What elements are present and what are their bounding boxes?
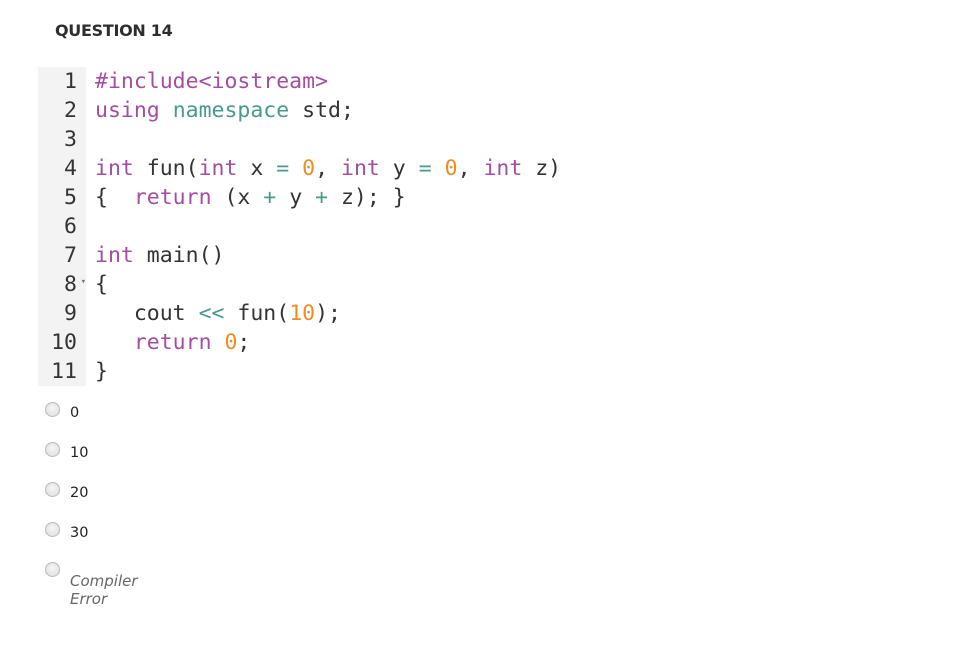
code-token: z) xyxy=(522,156,562,181)
code-token: int xyxy=(341,156,380,181)
code-token: <iostream> xyxy=(198,69,329,94)
option-label[interactable]: 0 xyxy=(70,405,79,421)
code-token: return xyxy=(133,330,212,355)
code-token: y xyxy=(276,185,316,210)
code-text: return 0; xyxy=(86,330,251,355)
code-token: int xyxy=(95,243,134,268)
code-token: + xyxy=(263,185,277,210)
code-token: #include xyxy=(95,69,199,94)
line-number: 8 ▾ xyxy=(38,270,86,299)
code-token: = xyxy=(276,156,290,181)
code-token: 0 xyxy=(302,156,316,181)
option-label[interactable]: 30 xyxy=(70,525,88,541)
code-token: int xyxy=(198,156,238,181)
line-number: 11 xyxy=(38,357,86,386)
radio-button[interactable] xyxy=(45,402,60,417)
code-token: ; xyxy=(237,330,251,355)
code-token: { xyxy=(95,272,108,297)
radio-button[interactable] xyxy=(45,522,60,537)
code-token: int xyxy=(483,156,523,181)
code-token: (x xyxy=(211,185,264,210)
code-line: 7 int main() xyxy=(38,241,638,270)
code-token: 0 xyxy=(444,156,458,181)
code-line: 11} xyxy=(38,357,638,386)
code-line: 10 return 0; xyxy=(38,328,638,357)
line-number: 3 xyxy=(38,125,86,154)
code-text: { xyxy=(86,272,108,297)
option-label[interactable]: Compiler Error xyxy=(70,572,138,608)
code-token: 10 xyxy=(289,301,316,326)
line-number: 6 xyxy=(38,212,86,241)
code-token: z); } xyxy=(328,185,406,210)
code-text: { return (x + y + z); } xyxy=(86,185,406,210)
code-token: return xyxy=(133,185,212,210)
code-token: ); xyxy=(315,301,341,326)
code-token: int xyxy=(95,156,134,181)
code-text: using namespace std; xyxy=(86,98,354,123)
code-text: #include<iostream> xyxy=(86,69,328,94)
code-token: , xyxy=(457,156,484,181)
fold-arrow-icon[interactable]: ▾ xyxy=(81,277,86,287)
code-line: 6 xyxy=(38,212,638,241)
code-token: 0 xyxy=(224,330,238,355)
code-token: main() xyxy=(133,243,225,268)
line-number: 1 xyxy=(38,67,86,96)
code-text: } xyxy=(86,359,108,384)
radio-button[interactable] xyxy=(45,482,60,497)
code-line: 9 cout << fun(10); xyxy=(38,299,638,328)
line-number: 5 xyxy=(38,183,86,212)
code-text: cout << fun(10); xyxy=(86,301,341,326)
code-line: 8 ▾ { xyxy=(38,270,638,299)
code-text: int main() xyxy=(86,243,224,268)
radio-button[interactable] xyxy=(45,562,60,577)
code-token: x xyxy=(237,156,277,181)
code-token: + xyxy=(315,185,329,210)
code-token: { xyxy=(95,185,134,210)
code-token: cout xyxy=(95,301,199,326)
radio-button[interactable] xyxy=(45,442,60,457)
code-token: , xyxy=(315,156,342,181)
line-number: 10 xyxy=(38,328,86,357)
code-block: 1 #include<iostream> 2 using namespace std;… xyxy=(38,67,638,386)
line-number: 4 xyxy=(38,154,86,183)
option-label[interactable]: 20 xyxy=(70,485,88,501)
code-text: int fun(int x = 0, int y = 0, int z) xyxy=(86,156,561,181)
code-line: 2 using namespace std; xyxy=(38,96,638,125)
line-number: 9 xyxy=(38,299,86,328)
line-number: 7 xyxy=(38,241,86,270)
code-line: 3 xyxy=(38,125,638,154)
code-line: 1 #include<iostream> xyxy=(38,67,638,96)
code-token: << xyxy=(198,301,225,326)
code-token: y xyxy=(379,156,419,181)
code-token: namespace xyxy=(172,98,290,123)
line-number: 2 xyxy=(38,96,86,125)
code-token: fun( xyxy=(133,156,199,181)
code-token: } xyxy=(95,359,108,384)
code-line: 4 int fun(int x = 0, int y = 0, int z) xyxy=(38,154,638,183)
code-token: std; xyxy=(289,98,354,123)
question-title: QUESTION 14 xyxy=(55,21,173,40)
code-token: = xyxy=(418,156,432,181)
code-token: using xyxy=(95,98,160,123)
option-label[interactable]: 10 xyxy=(70,445,88,461)
code-line: 5{ return (x + y + z); } xyxy=(38,183,638,212)
code-token: fun( xyxy=(224,301,290,326)
